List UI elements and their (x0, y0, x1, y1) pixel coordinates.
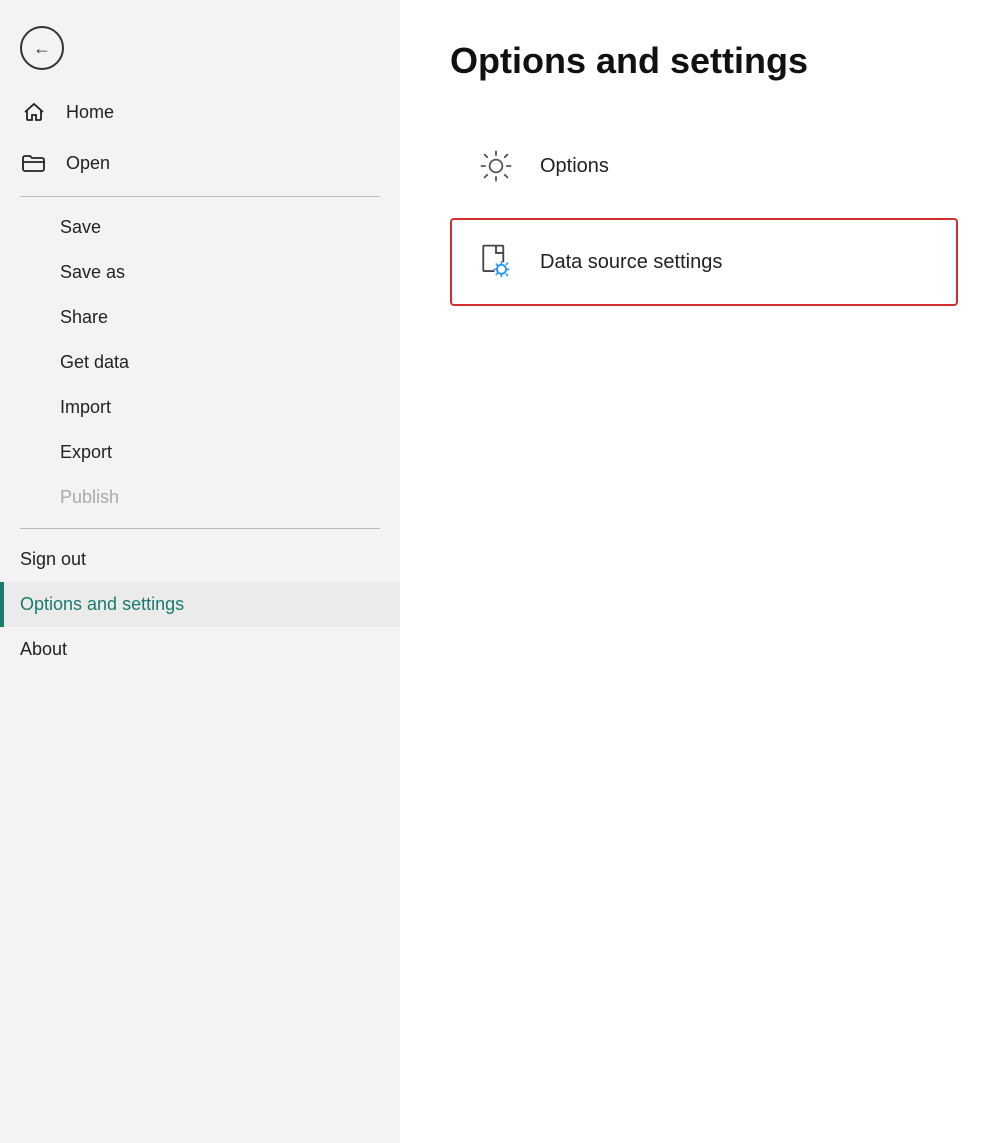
sidebar-item-share-label: Share (60, 307, 108, 328)
datasource-icon (472, 238, 520, 286)
sidebar-item-get-data-label: Get data (60, 352, 129, 373)
main-content: Options and settings Options (400, 0, 1008, 1143)
sidebar-item-options-and-settings[interactable]: Options and settings (0, 582, 400, 627)
sidebar-item-sign-out-label: Sign out (20, 549, 86, 570)
sidebar-item-sign-out[interactable]: Sign out (0, 537, 400, 582)
sidebar-item-open[interactable]: Open (0, 138, 400, 188)
gear-icon (472, 142, 520, 190)
sidebar-item-save[interactable]: Save (0, 205, 400, 250)
sidebar: ← Home Open Save Save as Share (0, 0, 400, 1143)
sidebar-item-about[interactable]: About (0, 627, 400, 672)
sidebar-item-about-label: About (20, 639, 67, 660)
sidebar-item-import[interactable]: Import (0, 385, 400, 430)
sidebar-item-export-label: Export (60, 442, 112, 463)
open-icon (20, 152, 48, 174)
sidebar-item-import-label: Import (60, 397, 111, 418)
page-title: Options and settings (450, 40, 958, 82)
sidebar-item-export[interactable]: Export (0, 430, 400, 475)
back-button[interactable]: ← (20, 26, 64, 70)
options-item[interactable]: Options (450, 122, 958, 210)
sidebar-item-open-label: Open (66, 153, 110, 174)
options-item-label: Options (540, 155, 609, 178)
sidebar-item-save-as-label: Save as (60, 262, 125, 283)
sidebar-item-options-and-settings-label: Options and settings (20, 594, 184, 615)
sidebar-item-home[interactable]: Home (0, 86, 400, 138)
sidebar-item-get-data[interactable]: Get data (0, 340, 400, 385)
data-source-settings-label: Data source settings (540, 251, 722, 274)
options-list: Options Data source settings (450, 122, 958, 306)
sidebar-item-save-as[interactable]: Save as (0, 250, 400, 295)
back-arrow-icon: ← (33, 39, 51, 57)
sidebar-item-save-label: Save (60, 217, 101, 238)
sidebar-item-publish: Publish (0, 475, 400, 520)
divider-bottom (20, 528, 380, 529)
sidebar-item-home-label: Home (66, 102, 114, 123)
data-source-settings-item[interactable]: Data source settings (450, 218, 958, 306)
sidebar-item-share[interactable]: Share (0, 295, 400, 340)
divider-top (20, 196, 380, 197)
sidebar-item-publish-label: Publish (60, 487, 119, 508)
home-icon (20, 100, 48, 124)
